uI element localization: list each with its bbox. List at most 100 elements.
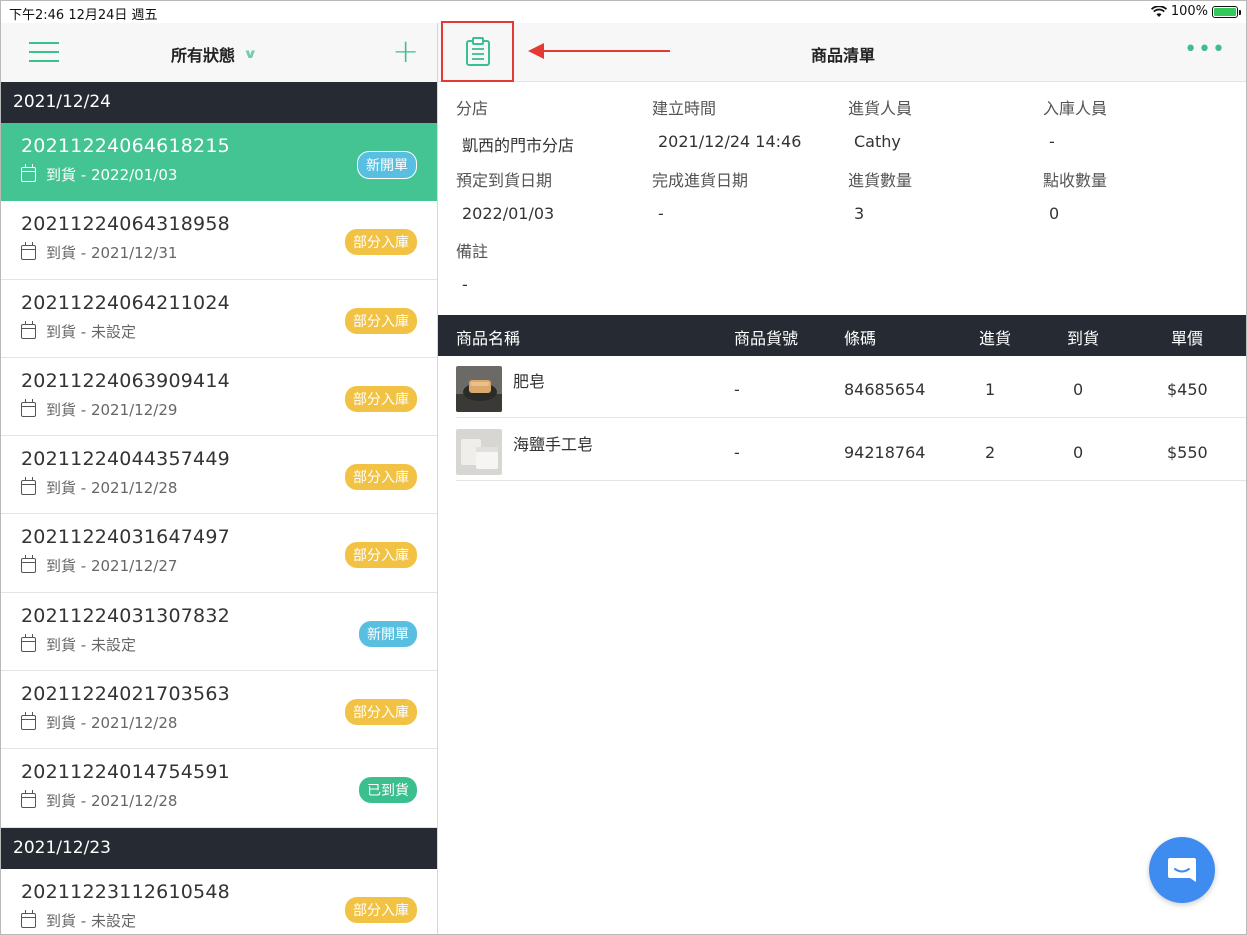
col-price: 單價	[1171, 329, 1204, 348]
arrival-text: 到貨 - 未設定	[46, 322, 136, 341]
info-label: 點收數量	[1043, 171, 1108, 190]
order-detail-pane: 商品清單 ••• 分店 凱西的門市分店 建立時間 2021/12/24 14:4…	[438, 21, 1246, 934]
status-badge: 新開單	[359, 620, 417, 647]
chevron-down-icon: ∨	[242, 46, 258, 62]
calendar-icon	[21, 633, 36, 652]
date-group-header: 2021/12/23	[1, 827, 437, 869]
info-label: 完成進貨日期	[652, 171, 749, 190]
order-list-item[interactable]: 20211224044357449 到貨 - 2021/12/28 部分入庫	[1, 436, 437, 515]
calendar-icon	[21, 555, 36, 574]
info-receiver: 入庫人員 -	[1043, 95, 1238, 151]
order-list-item[interactable]: 20211224064318958 到貨 - 2021/12/31 部分入庫	[1, 201, 437, 280]
status-badge: 部分入庫	[345, 896, 417, 923]
info-label: 建立時間	[652, 99, 717, 118]
info-value: Cathy	[854, 132, 901, 151]
arrival-text: 到貨 - 未設定	[46, 911, 136, 930]
info-purchaser: 進貨人員 Cathy	[848, 95, 1043, 151]
app-window: 下午2:46 12月24日 週五 100% 所有狀態 ∨ + 2021/12/2…	[0, 0, 1247, 935]
order-number: 20211224031307832	[21, 604, 230, 627]
order-list-item[interactable]: 20211223112610548 到貨 - 未設定 部分入庫	[1, 868, 437, 934]
plus-icon[interactable]: +	[392, 33, 419, 69]
product-barcode: 94218764	[844, 443, 926, 462]
calendar-icon	[21, 320, 36, 339]
status-filter-dropdown[interactable]: 所有狀態 ∨	[171, 42, 258, 66]
info-value: -	[658, 204, 664, 223]
info-notes: 備註 -	[456, 238, 651, 294]
hamburger-menu-icon[interactable]	[29, 42, 59, 64]
detail-header: 商品清單 •••	[438, 21, 1246, 82]
calendar-icon	[21, 477, 36, 496]
product-name: 肥皂	[513, 372, 546, 391]
info-created-time: 建立時間 2021/12/24 14:46	[652, 95, 847, 151]
arrival-text: 到貨 - 2021/12/28	[46, 792, 178, 811]
product-sku: -	[734, 443, 740, 462]
col-product-name: 商品名稱	[456, 329, 521, 348]
order-list-item[interactable]: 20211224064618215 到貨 - 2022/01/03 新開單	[1, 123, 437, 202]
arrival-text: 到貨 - 2021/12/28	[46, 479, 178, 498]
table-row[interactable]: 肥皂 - 84685654 1 0 $450	[456, 356, 1246, 418]
product-incoming: 2	[985, 443, 996, 462]
product-price: $550	[1167, 443, 1208, 462]
page-title: 商品清單	[810, 46, 875, 65]
arrival-text: 到貨 - 2021/12/29	[46, 400, 178, 419]
order-list-item[interactable]: 20211224064211024 到貨 - 未設定 部分入庫	[1, 279, 437, 358]
product-sku: -	[734, 380, 740, 399]
order-list-item[interactable]: 20211224021703563 到貨 - 2021/12/28 部分入庫	[1, 671, 437, 750]
col-sku: 商品貨號	[734, 329, 799, 348]
battery-percent: 100%	[1170, 4, 1208, 19]
info-completed-date: 完成進貨日期 -	[652, 167, 847, 223]
product-arrived: 0	[1073, 443, 1084, 462]
col-barcode: 條碼	[844, 329, 877, 348]
order-list-item[interactable]: 20211224063909414 到貨 - 2021/12/29 部分入庫	[1, 357, 437, 437]
date-group-header: 2021/12/24	[1, 82, 437, 123]
product-thumbnail	[456, 366, 502, 412]
table-row[interactable]: 海鹽手工皂 - 94218764 2 0 $550	[456, 419, 1246, 481]
product-thumbnail	[456, 429, 502, 475]
info-branch: 分店 凱西的門市分店	[456, 95, 651, 156]
arrival-text: 到貨 - 2021/12/28	[46, 714, 178, 733]
arrival-text: 到貨 - 2021/12/31	[46, 244, 178, 263]
order-list-pane: 所有狀態 ∨ + 2021/12/24 20211224064618215 到貨 -…	[1, 23, 438, 934]
info-label: 備註	[456, 242, 489, 261]
arrival-text: 到貨 - 2022/01/03	[46, 166, 178, 184]
info-value: 0	[1049, 204, 1060, 223]
order-list-item[interactable]: 20211224031307832 到貨 - 未設定 新開單	[1, 592, 437, 672]
order-number: 20211224064618215	[21, 135, 230, 157]
info-label: 預定到貨日期	[456, 171, 553, 190]
status-time-date: 下午2:46 12月24日 週五	[9, 8, 158, 23]
product-arrived: 0	[1073, 380, 1084, 399]
info-value: -	[462, 275, 468, 294]
col-incoming: 進貨	[979, 329, 1012, 348]
status-badge: 部分入庫	[345, 699, 417, 726]
order-list-item[interactable]: 20211224031647497 到貨 - 2021/12/27 部分入庫	[1, 514, 437, 593]
product-price: $450	[1167, 380, 1208, 399]
wifi-icon	[1150, 5, 1167, 17]
order-groups: 2021/12/24 20211224064618215 到貨 - 2022/01/…	[1, 82, 437, 934]
status-right: 100%	[1150, 4, 1241, 19]
status-badge: 部分入庫	[345, 307, 417, 334]
status-badge: 部分入庫	[345, 542, 417, 569]
status-badge: 部分入庫	[345, 385, 417, 412]
order-number: 20211224014754591	[21, 761, 230, 784]
product-barcode: 84685654	[844, 380, 926, 399]
status-badge: 新開單	[357, 151, 417, 179]
calendar-icon	[21, 398, 36, 417]
info-incoming-qty: 進貨數量 3	[848, 167, 1043, 223]
calendar-icon	[21, 164, 36, 182]
order-list-item[interactable]: 20211224014754591 到貨 - 2021/12/28 已到貨	[1, 749, 437, 828]
info-value: 2022/01/03	[462, 204, 555, 223]
status-badge: 已到貨	[359, 777, 417, 804]
calendar-icon	[21, 790, 36, 809]
calendar-icon	[21, 242, 36, 261]
more-dots-icon[interactable]: •••	[1184, 39, 1226, 61]
order-list-header: 所有狀態 ∨ +	[1, 23, 437, 82]
battery-icon	[1212, 5, 1241, 18]
order-arrival: 到貨 - 2021/12/28	[21, 790, 417, 811]
product-incoming: 1	[985, 380, 996, 399]
calendar-icon	[21, 909, 36, 928]
info-received-qty: 點收數量 0	[1043, 167, 1238, 223]
product-name: 海鹽手工皂	[513, 435, 594, 454]
info-expected-date: 預定到貨日期 2022/01/03	[456, 167, 651, 223]
chat-icon[interactable]	[1149, 837, 1215, 903]
status-badge: 部分入庫	[345, 229, 417, 256]
